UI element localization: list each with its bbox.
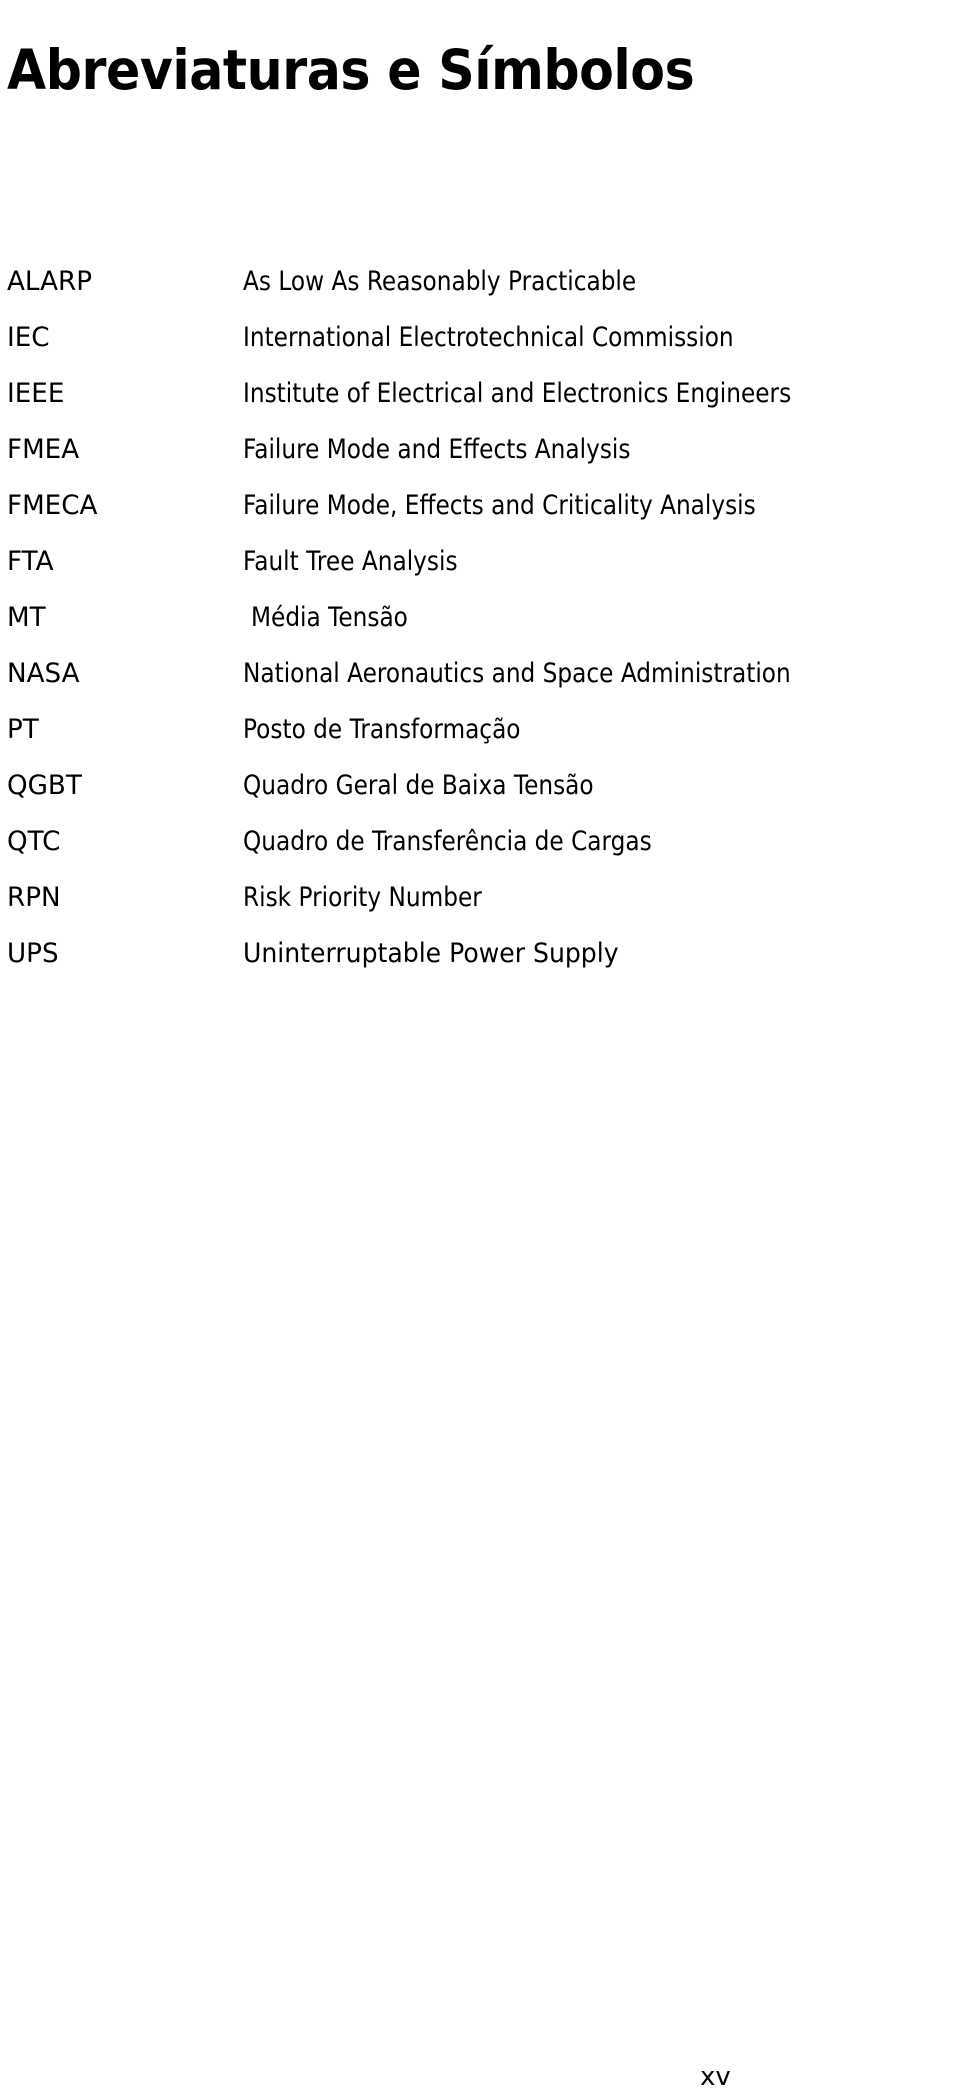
abbreviation-term: UPS [7, 938, 59, 969]
abbreviation-term: ALARP [7, 266, 93, 297]
abbreviation-definition: As Low As Reasonably Practicable [243, 266, 637, 297]
abbreviation-row: IEC International Electrotechnical Commi… [0, 318, 960, 374]
abbreviation-definition: Posto de Transformação [243, 714, 521, 745]
abbreviation-definition: Institute of Electrical and Electronics … [243, 378, 792, 409]
abbreviation-row: FMEA Failure Mode and Effects Analysis [0, 430, 960, 486]
abbreviation-row: PT Posto de Transformação [0, 710, 960, 766]
abbreviation-term: FMEA [7, 434, 80, 465]
abbreviation-definition: Failure Mode and Effects Analysis [243, 434, 631, 465]
abbreviation-term: RPN [7, 882, 61, 913]
abbreviation-term: FTA [7, 546, 54, 577]
abbreviation-term: MT [7, 602, 46, 633]
page-title: Abreviaturas e Símbolos [7, 37, 695, 102]
abbreviation-term: IEC [7, 322, 50, 353]
abbreviation-row: ALARP As Low As Reasonably Practicable [0, 262, 960, 318]
abbreviation-definition: Risk Priority Number [243, 882, 482, 913]
abbreviation-term: QTC [7, 826, 61, 857]
abbreviation-row: FMECA Failure Mode, Effects and Critical… [0, 486, 960, 542]
abbreviation-definition: Fault Tree Analysis [243, 546, 458, 577]
abbreviation-definition: National Aeronautics and Space Administr… [243, 658, 791, 689]
abbreviation-row: RPN Risk Priority Number [0, 878, 960, 934]
abbreviation-term: QGBT [7, 770, 82, 801]
abbreviation-definition: Quadro de Transferência de Cargas [243, 826, 652, 857]
abbreviation-term: IEEE [7, 378, 65, 409]
abbreviation-row: IEEE Institute of Electrical and Electro… [0, 374, 960, 430]
abbreviation-definition: International Electrotechnical Commissio… [243, 322, 734, 353]
abbreviation-definition: Uninterruptable Power Supply [243, 938, 619, 969]
abbreviation-row: NASA National Aeronautics and Space Admi… [0, 654, 960, 710]
abbreviation-definition: Failure Mode, Effects and Criticality An… [243, 490, 756, 521]
abbreviation-row: QGBT Quadro Geral de Baixa Tensão [0, 766, 960, 822]
abbreviation-row: FTA Fault Tree Analysis [0, 542, 960, 598]
abbreviation-row: MT Média Tensão [0, 598, 960, 654]
abbreviation-term: NASA [7, 658, 80, 689]
abbreviations-list: ALARP As Low As Reasonably Practicable I… [0, 262, 960, 990]
document-page: Abreviaturas e Símbolos ALARP As Low As … [0, 0, 960, 2094]
abbreviation-definition: Média Tensão [251, 602, 408, 633]
abbreviation-row: UPS Uninterruptable Power Supply [0, 934, 960, 990]
page-number: xv [700, 2062, 731, 2092]
abbreviation-term: FMECA [7, 490, 98, 521]
abbreviation-definition: Quadro Geral de Baixa Tensão [243, 770, 594, 801]
abbreviation-row: QTC Quadro de Transferência de Cargas [0, 822, 960, 878]
abbreviation-term: PT [7, 714, 39, 745]
